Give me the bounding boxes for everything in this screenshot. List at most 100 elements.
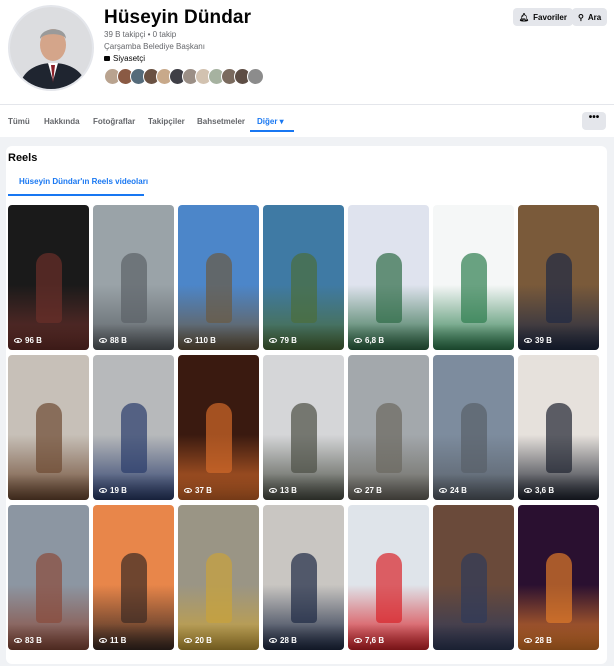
reel-views-label: 13 B — [280, 486, 297, 495]
reel-thumbnail[interactable]: 39 B — [518, 205, 599, 350]
reel-shade — [8, 474, 89, 500]
search-label: Ara — [587, 12, 602, 22]
tab-about[interactable]: Hakkında — [44, 117, 80, 126]
profile-header: Hüseyin Dündar 39 B takipçi • 0 takip Ça… — [0, 0, 614, 104]
eye-icon — [524, 488, 532, 493]
reel-figure — [291, 403, 317, 473]
reel-thumbnail[interactable]: 20 B — [178, 505, 259, 650]
reel-views-label: 28 B — [280, 636, 297, 645]
reel-thumbnail[interactable] — [433, 505, 514, 650]
reels-tab-indicator — [8, 194, 144, 196]
eye-icon — [524, 338, 532, 343]
eye-icon — [184, 638, 192, 643]
reel-view-count: 20 B — [184, 636, 212, 645]
reel-thumbnail[interactable]: 13 B — [263, 355, 344, 500]
reel-views-label: 19 B — [110, 486, 127, 495]
eye-icon — [354, 338, 362, 343]
profile-stats[interactable]: 39 B takipçi • 0 takip — [104, 30, 176, 39]
eye-icon — [99, 488, 107, 493]
profile-tabs: Tümü Hakkında Fotoğraflar Takipçiler Bah… — [0, 104, 614, 137]
reel-figure — [121, 553, 147, 623]
reel-views-label: 39 B — [535, 336, 552, 345]
favorites-label: Favoriler — [533, 12, 567, 22]
reel-thumbnail[interactable]: 110 B — [178, 205, 259, 350]
reel-thumbnail[interactable]: 11 B — [93, 505, 174, 650]
reel-views-label: 24 B — [450, 486, 467, 495]
reel-thumbnail[interactable]: 6,8 B — [348, 205, 429, 350]
profile-category: Siyasetçi — [104, 54, 145, 63]
reels-section: Reels Hüseyin Dündar'ın Reels videoları … — [6, 146, 607, 664]
reel-figure — [546, 253, 572, 323]
reel-view-count: 110 B — [184, 336, 216, 345]
reel-views-label: 7,6 B — [365, 636, 385, 645]
reel-thumbnail[interactable] — [433, 205, 514, 350]
reel-thumbnail[interactable]: 27 B — [348, 355, 429, 500]
more-options-button[interactable]: ••• — [582, 112, 606, 130]
reel-thumbnail[interactable]: 79 B — [263, 205, 344, 350]
favorites-button[interactable]: 🔔︎ Favoriler — [513, 8, 573, 26]
reel-view-count: 24 B — [439, 486, 467, 495]
reel-thumbnail[interactable]: 83 B — [8, 505, 89, 650]
reel-thumbnail[interactable]: 28 B — [263, 505, 344, 650]
reel-view-count: 27 B — [354, 486, 382, 495]
reel-view-count: 19 B — [99, 486, 127, 495]
eye-icon — [99, 638, 107, 643]
briefcase-icon — [104, 56, 110, 61]
tab-followers[interactable]: Takipçiler — [148, 117, 185, 126]
reel-view-count: 88 B — [99, 336, 127, 345]
reel-view-count: 83 B — [14, 636, 42, 645]
reel-views-label: 96 B — [25, 336, 42, 345]
reel-figure — [291, 253, 317, 323]
reels-videos-tab[interactable]: Hüseyin Dündar'ın Reels videoları — [19, 177, 148, 186]
reel-view-count: 3,6 B — [524, 486, 554, 495]
reel-thumbnail[interactable]: 96 B — [8, 205, 89, 350]
bell-icon: 🔔︎ — [519, 12, 530, 22]
tab-photos[interactable]: Fotoğraflar — [93, 117, 135, 126]
profile-avatar[interactable] — [8, 5, 94, 91]
search-button[interactable]: ⚲ Ara — [572, 8, 608, 26]
tab-more[interactable]: Diğer ▾ — [257, 117, 284, 126]
reel-views-label: 28 B — [535, 636, 552, 645]
reel-views-label: 6,8 B — [365, 336, 385, 345]
reel-view-count: 7,6 B — [354, 636, 384, 645]
active-tab-indicator — [250, 130, 294, 132]
eye-icon — [354, 488, 362, 493]
reel-figure — [376, 403, 402, 473]
reel-shade — [433, 324, 514, 350]
reel-view-count: 11 B — [99, 636, 126, 645]
reel-thumbnail[interactable]: 28 B — [518, 505, 599, 650]
reel-thumbnail[interactable]: 19 B — [93, 355, 174, 500]
reel-figure — [546, 403, 572, 473]
reel-views-label: 37 B — [195, 486, 212, 495]
reel-thumbnail[interactable] — [8, 355, 89, 500]
reels-grid: 96 B 88 B 110 B 79 B 6,8 B 39 B 19 B 37 B 13 B 27… — [8, 205, 599, 650]
tab-all[interactable]: Tümü — [8, 117, 30, 126]
eye-icon — [269, 638, 277, 643]
eye-icon — [269, 338, 277, 343]
reel-views-label: 110 B — [195, 336, 216, 345]
reel-thumbnail[interactable]: 7,6 B — [348, 505, 429, 650]
reel-figure — [376, 253, 402, 323]
reel-view-count: 79 B — [269, 336, 297, 345]
tab-mentions[interactable]: Bahsetmeler — [197, 117, 245, 126]
reel-view-count: 37 B — [184, 486, 212, 495]
eye-icon — [439, 488, 447, 493]
reel-views-label: 20 B — [195, 636, 212, 645]
reel-figure — [121, 403, 147, 473]
reel-views-label: 88 B — [110, 336, 127, 345]
reel-thumbnail[interactable]: 88 B — [93, 205, 174, 350]
reel-figure — [291, 553, 317, 623]
reel-thumbnail[interactable]: 24 B — [433, 355, 514, 500]
eye-icon — [184, 338, 192, 343]
reel-thumbnail[interactable]: 3,6 B — [518, 355, 599, 500]
search-icon: ⚲ — [578, 12, 584, 22]
follower-avatar[interactable] — [247, 68, 264, 85]
reel-figure — [36, 253, 62, 323]
eye-icon — [524, 638, 532, 643]
follower-avatars[interactable] — [104, 68, 264, 86]
reel-view-count: 96 B — [14, 336, 42, 345]
reel-thumbnail[interactable]: 37 B — [178, 355, 259, 500]
reel-figure — [546, 553, 572, 623]
reel-figure — [121, 253, 147, 323]
reels-heading: Reels — [8, 152, 38, 164]
